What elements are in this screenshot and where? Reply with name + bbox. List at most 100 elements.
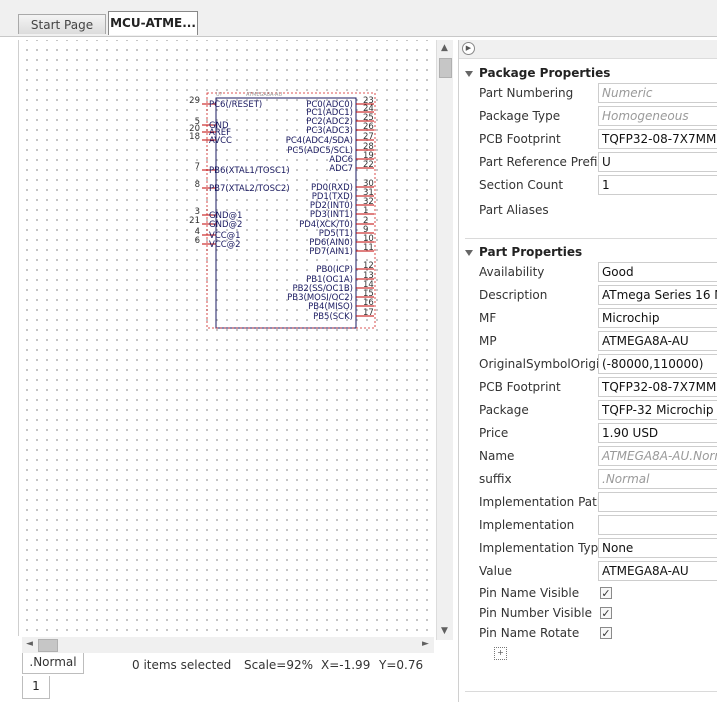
horizontal-scrollbar[interactable]: ◄ ► [22,637,434,653]
checkbox[interactable]: ✓ [600,607,612,619]
property-value-field: Numeric [598,83,717,103]
part-properties-title: Part Properties [479,245,583,259]
pin-number: 7 [195,162,200,172]
symbol-drawing: U? ATMEGA8A-AU29 PC6(/RESET)5 GND20 AREF18 AV… [189,92,376,329]
part-properties-header[interactable]: Part Properties [465,245,582,259]
property-value-field[interactable]: TQFP32-08-7X7MM [598,129,717,149]
pin-name: VCC@2 [209,240,241,250]
property-value-field[interactable]: 1 [598,175,717,195]
cursor-y: Y=0.76 [379,658,424,672]
tab-start-page[interactable]: Start Page [18,14,106,34]
checkbox[interactable]: ✓ [600,627,612,639]
pin-number: 29 [189,96,200,106]
property-value-field[interactable]: TQFP32-08-7X7MM [598,377,717,397]
pin-name: AVCC [209,136,232,146]
pin-name: PC6(/RESET) [209,100,262,110]
pin-name: PD7(AIN1) [309,247,353,257]
property-label: Part Aliases [479,203,549,217]
checkbox-label: Pin Name Visible [479,586,580,600]
property-label: Part Numbering [479,86,574,100]
property-value-field[interactable]: U [598,152,717,172]
property-label: MP [479,334,497,348]
page-tab[interactable]: 1 [22,676,50,699]
checkbox[interactable]: ✓ [600,587,612,599]
property-label: Part Reference Prefix [479,155,605,169]
property-value-field[interactable]: Good [598,262,717,282]
pin-name: PB0(ICP) [316,265,353,275]
scroll-right-icon[interactable]: ► [422,639,429,649]
properties-panel: ▶ Package Properties Part Numbering Numer… [458,40,717,702]
pin-number: 1 [363,206,368,216]
pin-number: 17 [363,308,374,318]
property-value-field[interactable]: 1.90 USD [598,423,717,443]
property-value-field: Homogeneous [598,106,717,126]
tab-mcu-atmega[interactable]: MCU-ATME... [108,11,198,35]
package-properties-title: Package Properties [479,66,611,80]
scroll-up-icon[interactable]: ▲ [441,43,448,53]
schematic-canvas[interactable]: U? ATMEGA8A-AU 29 PC6(/RESET) 5 GND 20 AREF 18 AV… [18,40,435,636]
properties-toolbar: ▶ [459,40,717,59]
property-label: suffix [479,472,512,486]
property-value-field[interactable]: (-80000,110000) [598,354,717,374]
property-label: Value [479,564,512,578]
status-bar: .Normal 0 items selected Scale=92% X=-1.… [22,653,452,676]
circle-arrow-icon[interactable]: ▶ [462,42,475,55]
property-label: OriginalSymbolOrigin [479,357,607,371]
pin-number: 16 [363,298,374,308]
property-label: Price [479,426,509,440]
scroll-down-icon[interactable]: ▼ [441,626,448,636]
view-tab-normal[interactable]: .Normal [22,653,84,674]
property-value-field[interactable]: Microchip [598,308,717,328]
vertical-scrollbar[interactable]: ▲ ▼ [436,40,453,640]
pin-name: PB7(XTAL2/TOSC2) [209,184,290,194]
document-tab-strip: Start Page MCU-ATME... [0,0,717,37]
property-label: Implementation [479,518,575,532]
pin-name: PB4(MISO) [308,302,353,312]
property-label: Name [479,449,515,463]
property-label: Implementation Path [479,495,605,509]
pin-number: 18 [189,132,200,142]
property-value-field[interactable]: ATMEGA8A-AU [598,331,717,351]
property-value-field: ATMEGA8A-AU.Normal [598,446,717,466]
section-divider [465,238,717,239]
checkmark-icon: ✓ [601,587,611,600]
reference-designator: U? [216,92,223,98]
property-label: MF [479,311,497,325]
pin-number: 8 [195,180,200,190]
property-label: PCB Footprint [479,132,561,146]
property-label: Package [479,403,529,417]
vertical-scroll-thumb[interactable] [439,58,452,78]
fit-icon[interactable]: + [494,647,507,660]
part-name: ATMEGA8A-AU [246,92,282,98]
horizontal-scroll-thumb[interactable] [38,639,58,652]
checkmark-icon: ✓ [601,627,611,640]
property-value-field: .Normal [598,469,717,489]
pin-name: PB6(XTAL1/TOSC1) [209,166,290,176]
pin-name: GND@2 [209,220,242,230]
section-divider [465,691,717,692]
selection-count: 0 items selected [132,658,232,672]
package-properties-header[interactable]: Package Properties [465,66,610,80]
property-value-field[interactable] [598,492,717,512]
property-label: Availability [479,265,545,279]
collapse-icon[interactable] [465,70,473,77]
scroll-left-icon[interactable]: ◄ [26,639,33,649]
pin-name: PC3(ADC3) [306,126,353,136]
pin-number: 12 [363,261,374,271]
property-label: Implementation Type [479,541,606,555]
pin-number: 22 [363,160,374,170]
property-value-field[interactable]: TQFP-32 Microchip [598,400,717,420]
collapse-icon[interactable] [465,249,473,256]
property-label: Package Type [479,109,561,123]
pin-name: PD3(INT1) [310,210,353,220]
property-value-field[interactable]: ATmega Series 16 MHz [598,285,717,305]
property-label: PCB Footprint [479,380,561,394]
pin-number: 27 [363,132,374,142]
checkbox-label: Pin Name Rotate [479,626,580,640]
property-value-field[interactable]: ATMEGA8A-AU [598,561,717,581]
property-value-field[interactable]: None [598,538,717,558]
checkbox-label: Pin Number Visible [479,606,592,620]
zoom-scale: Scale=92% [244,658,314,672]
pin-name: PB5(SCK) [313,312,353,322]
property-value-field[interactable] [598,515,717,535]
